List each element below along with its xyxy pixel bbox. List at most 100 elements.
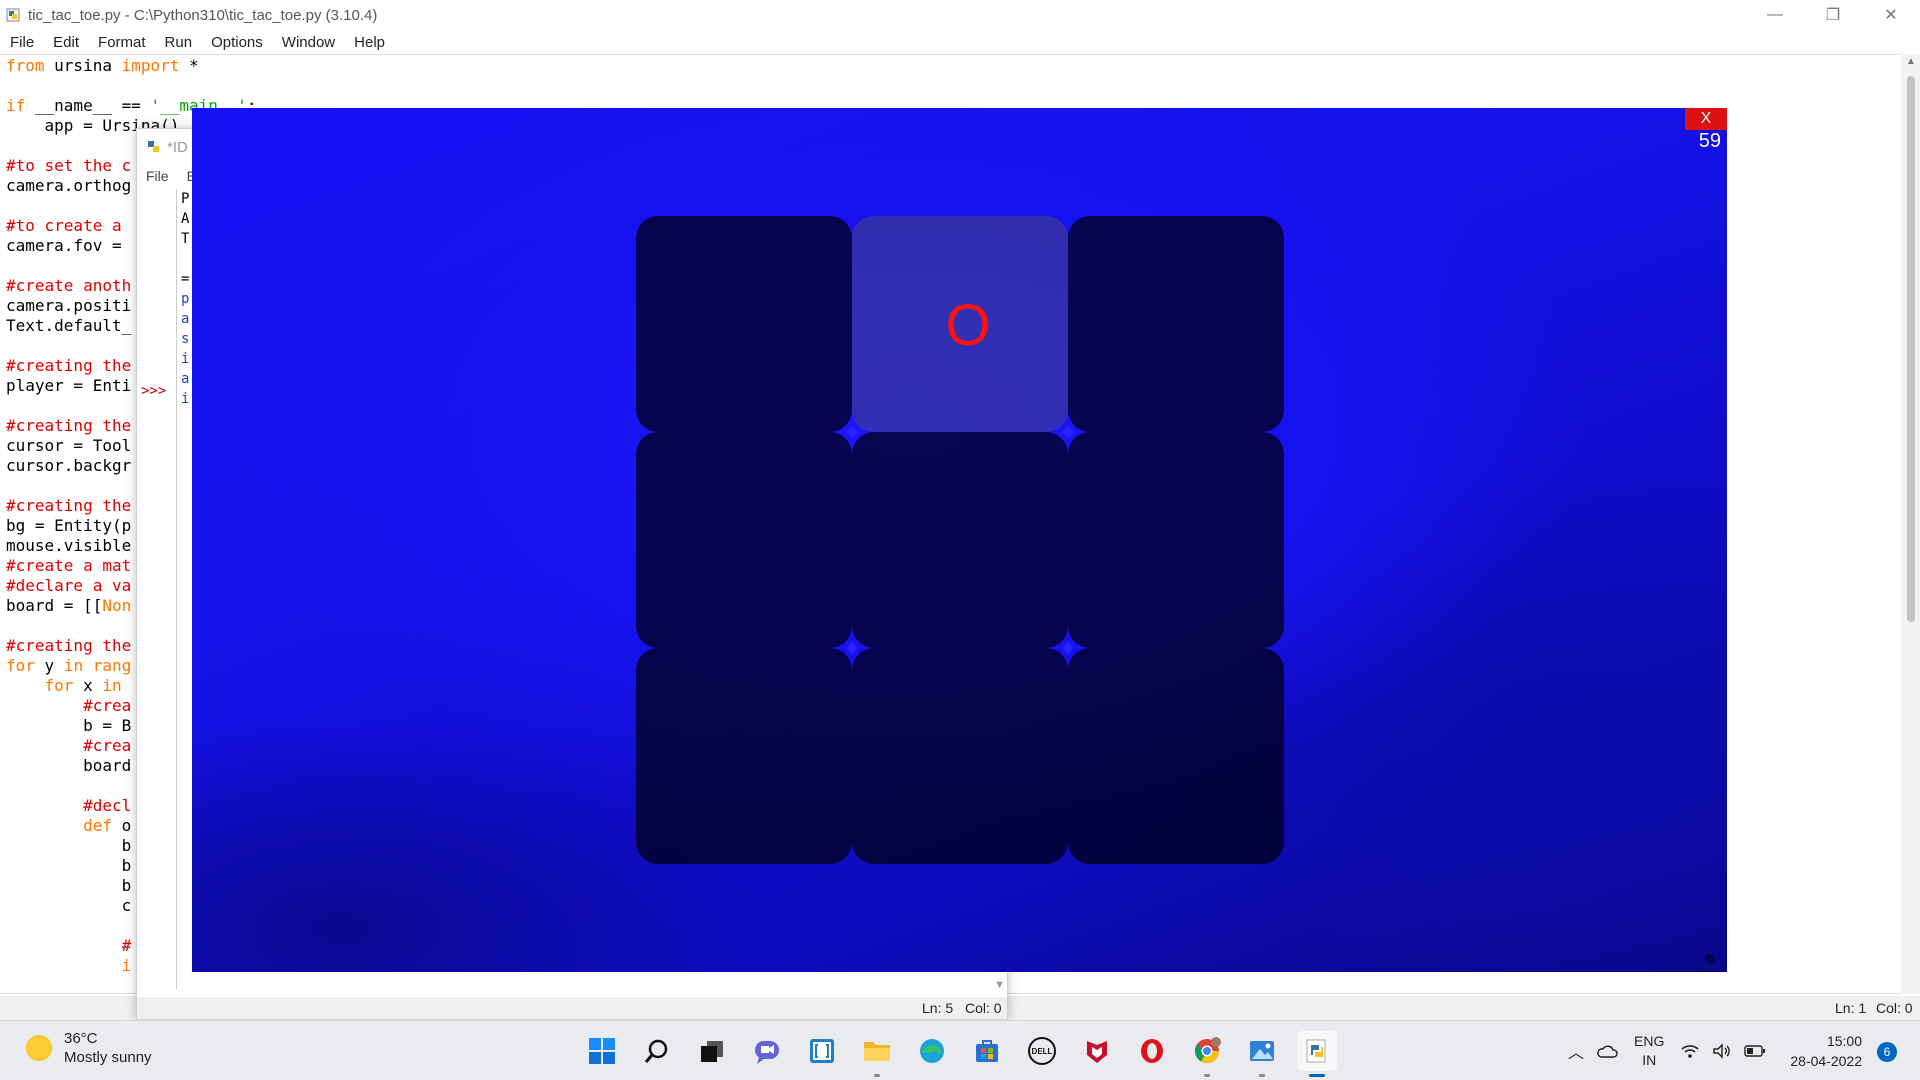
menu-window[interactable]: Window bbox=[282, 34, 335, 51]
sun-icon bbox=[26, 1035, 52, 1061]
grid-intersection-marker bbox=[846, 642, 858, 654]
cell-mark: O bbox=[945, 292, 991, 358]
editor-scrollbar[interactable]: ▲ bbox=[1901, 54, 1920, 994]
board-cell-2-2[interactable] bbox=[1068, 648, 1284, 864]
search-button[interactable] bbox=[637, 1031, 677, 1071]
keyboard-region: IN bbox=[1642, 1052, 1657, 1068]
minimize-button[interactable]: — bbox=[1746, 0, 1804, 30]
restore-button[interactable]: ❐ bbox=[1804, 0, 1862, 30]
code-token: b = B bbox=[6, 716, 132, 735]
code-token: __name__ == bbox=[25, 96, 151, 115]
teams-chat-button[interactable] bbox=[747, 1031, 787, 1071]
code-token: Non bbox=[102, 596, 132, 615]
scroll-up-icon[interactable]: ▲ bbox=[1906, 56, 1916, 67]
game-close-button[interactable]: X bbox=[1685, 108, 1727, 130]
code-token: def bbox=[83, 816, 112, 835]
menu-file[interactable]: File bbox=[10, 34, 34, 51]
code-token: #create a mat bbox=[6, 556, 132, 575]
menu-help[interactable]: Help bbox=[354, 34, 385, 51]
board-cell-2-1[interactable] bbox=[852, 648, 1068, 864]
chrome-icon bbox=[1194, 1037, 1221, 1064]
code-token: b bbox=[6, 836, 132, 855]
task-view-button[interactable] bbox=[692, 1031, 732, 1071]
notification-badge[interactable]: 6 bbox=[1877, 1042, 1897, 1062]
svg-text:DELL: DELL bbox=[1032, 1047, 1053, 1056]
mcafee-button[interactable] bbox=[1077, 1031, 1117, 1071]
chevron-up-icon[interactable]: ︿ bbox=[1568, 1039, 1584, 1063]
start-button[interactable] bbox=[582, 1031, 622, 1071]
taskbar-apps: DELL bbox=[582, 1031, 1352, 1077]
windows-icon bbox=[589, 1038, 615, 1064]
board-cell-1-1[interactable] bbox=[852, 432, 1068, 648]
folder-icon bbox=[864, 1042, 890, 1061]
board-cell-0-0[interactable] bbox=[636, 216, 852, 432]
task-view-icon bbox=[701, 1041, 723, 1062]
running-indicator bbox=[1259, 1074, 1265, 1077]
board-cell-1-2[interactable] bbox=[1068, 432, 1284, 648]
code-token: #decl bbox=[83, 796, 132, 815]
chrome-button[interactable] bbox=[1187, 1031, 1227, 1077]
code-token: if bbox=[6, 96, 26, 115]
editor-col-number: Col: 0 bbox=[1876, 1000, 1913, 1016]
wifi-icon[interactable] bbox=[1680, 1043, 1700, 1059]
code-token: player = Enti bbox=[6, 376, 132, 395]
onedrive-icon[interactable] bbox=[1596, 1043, 1618, 1059]
clock[interactable]: 15:00 28-04-2022 bbox=[1782, 1031, 1862, 1071]
store-button[interactable] bbox=[967, 1031, 1007, 1071]
menu-run[interactable]: Run bbox=[165, 34, 193, 51]
code-token: Text.default_ bbox=[6, 316, 132, 335]
system-tray: ︿ ENG IN bbox=[1568, 1021, 1766, 1080]
ursina-game-window[interactable]: X 59 O bbox=[192, 108, 1727, 972]
volume-icon[interactable] bbox=[1712, 1043, 1732, 1059]
opera-icon bbox=[1141, 1039, 1163, 1063]
grid-intersection-marker bbox=[846, 426, 858, 438]
code-token: #crea bbox=[83, 736, 132, 755]
file-explorer-button[interactable] bbox=[857, 1031, 897, 1077]
code-token: #creating the bbox=[6, 496, 132, 515]
weather-widget[interactable]: 36°C Mostly sunny bbox=[26, 1029, 152, 1067]
code-token: board bbox=[6, 756, 132, 775]
battery-icon[interactable] bbox=[1744, 1044, 1766, 1058]
dell-button[interactable]: DELL bbox=[1022, 1031, 1062, 1071]
code-token: from bbox=[6, 56, 45, 75]
code-token: i bbox=[121, 956, 132, 975]
code-token: y bbox=[34, 656, 64, 675]
close-button[interactable]: ✕ bbox=[1862, 0, 1920, 30]
shell-col-number: Col: 0 bbox=[965, 1000, 1002, 1016]
editor-scrollbar-thumb[interactable] bbox=[1907, 76, 1915, 622]
code-token: in bbox=[102, 676, 122, 695]
board-cell-1-0[interactable] bbox=[636, 432, 852, 648]
code-token: #crea bbox=[83, 696, 132, 715]
board-cell-0-1[interactable]: O bbox=[852, 216, 1068, 432]
edge-button[interactable] bbox=[912, 1031, 952, 1071]
brackets-app-button[interactable] bbox=[802, 1031, 842, 1071]
scroll-down-icon[interactable]: ▼ bbox=[994, 979, 1005, 991]
editor-line-number: Ln: 1 bbox=[1835, 1000, 1867, 1016]
menu-edit[interactable]: Edit bbox=[53, 34, 79, 51]
active-indicator bbox=[1309, 1074, 1325, 1077]
code-token: b bbox=[6, 856, 132, 875]
code-token: in bbox=[63, 656, 84, 675]
board-cell-0-2[interactable] bbox=[1068, 216, 1284, 432]
code-token: #creating the bbox=[6, 356, 132, 375]
teams-chat-icon bbox=[755, 1041, 779, 1064]
fps-counter: 59 bbox=[1698, 130, 1721, 152]
code-line: from ursina import * bbox=[6, 56, 256, 76]
board-cell-2-0[interactable] bbox=[636, 648, 852, 864]
python-idle-button[interactable] bbox=[1297, 1031, 1337, 1077]
menu-options[interactable]: Options bbox=[211, 34, 263, 51]
code-token: for bbox=[44, 676, 74, 695]
language-indicator[interactable]: ENG IN bbox=[1634, 1032, 1664, 1070]
code-token: camera.positi bbox=[6, 296, 132, 315]
menu-format[interactable]: Format bbox=[98, 34, 146, 51]
opera-button[interactable] bbox=[1132, 1031, 1172, 1071]
code-token: #creating the bbox=[6, 636, 132, 655]
shell-menu-file[interactable]: File bbox=[146, 168, 169, 184]
shell-prompt-gutter: >>> bbox=[139, 189, 177, 989]
taskbar: 36°C Mostly sunny DELL ︿ ENG IN 15:00 28… bbox=[0, 1020, 1920, 1080]
photos-button[interactable] bbox=[1242, 1031, 1282, 1077]
code-token: rang bbox=[92, 656, 132, 675]
